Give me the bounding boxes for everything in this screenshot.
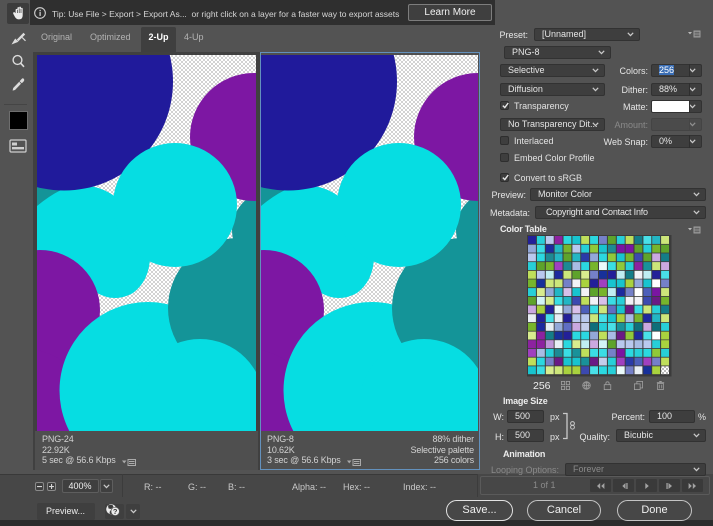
svg-text:?: ? [113,507,118,516]
